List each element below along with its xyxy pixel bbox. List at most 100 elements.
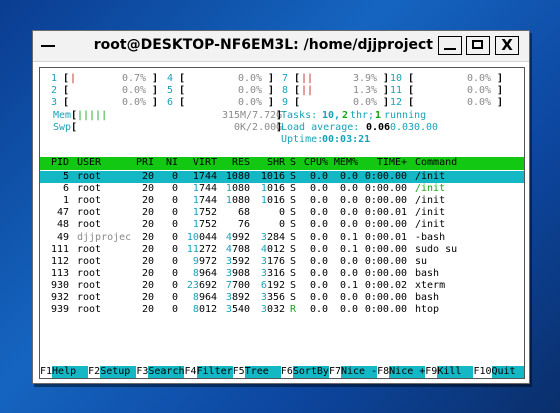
function-key-f7[interactable]: F7 (329, 366, 341, 378)
cpu-meter-number: 7 (276, 73, 289, 84)
function-key-f2[interactable]: F2 (88, 366, 100, 378)
minimize-button[interactable] (438, 36, 462, 55)
function-key-label[interactable]: Nice + (389, 366, 426, 378)
cell-s: S (290, 195, 297, 207)
swap-bracket: [ (71, 121, 78, 133)
process-row[interactable]: 113 root 20 0 8 964 3 908 3 316 S 0.0 0.0 0:00.00 bash (40, 268, 524, 280)
cell-pid: 5 (62, 171, 69, 182)
process-row[interactable]: 939 root 20 0 8 012 3 540 3 032 R 0.0 0.0 0:00.00 htop (40, 304, 524, 316)
cell-cpu: 0.0 (309, 195, 328, 207)
function-key-label[interactable]: Setup (100, 366, 137, 378)
load-1min: 0.06 (366, 121, 391, 133)
function-key-label[interactable]: Kill (437, 366, 474, 378)
cpu-meter-bracket: [ (63, 73, 70, 84)
function-key-label[interactable]: Tree (244, 366, 281, 378)
cell-command: /init (415, 171, 446, 182)
cpu-meter-bracket: ] (383, 73, 390, 84)
cell-mem: 0.1 (339, 243, 358, 255)
maximize-button[interactable] (466, 36, 490, 55)
cpu-meter-percent: 0.0% (467, 85, 492, 97)
cell-time: 0:00.00 (364, 292, 408, 303)
process-row[interactable]: 932 root 20 0 8 964 3 892 3 356 S 0.0 0.0 0:00.00 bash (40, 292, 524, 304)
process-table-header[interactable]: PID USER PRI NI VIRT RES SHR S CPU% MEM% TIME+ Comm… (40, 157, 524, 170)
function-key-label[interactable]: SortBy (292, 366, 329, 378)
cpu-meter-bracket: [ (408, 73, 415, 84)
column-header-pri[interactable]: PRI (136, 157, 154, 169)
threads-count: 2 (342, 109, 349, 121)
column-header-pid[interactable]: PID (51, 157, 69, 169)
cell-cpu: 0.0 (309, 304, 328, 316)
process-row[interactable]: 6 root 20 0 1 744 1 080 1 016 S 0.0 0.0 0:00.00/init (40, 183, 524, 195)
column-header-time[interactable]: TIME+ (377, 157, 407, 169)
column-header-s[interactable]: S (290, 157, 296, 169)
cell-command: /init (415, 183, 446, 195)
column-header-user[interactable]: USER (77, 157, 101, 169)
cpu-meter-percent: 0.0% (238, 73, 263, 84)
cell-virt: 1744 (192, 171, 217, 182)
load-15min: 0.00 (414, 121, 439, 133)
process-row[interactable]: 111 root 20 0 11 272 4 708 4 012 S 0.0 0.1 0:00.00 sud… (40, 244, 524, 256)
process-row[interactable]: 5 root 20 0 1744 1080 1016 S 0.0 0.0 0:00.00/init (40, 171, 524, 183)
cell-time: 0:00.00 (364, 219, 408, 231)
function-key-f8[interactable]: F8 (377, 366, 389, 378)
htop-screen[interactable]: 1[| 0.7%] 2[0.0%] 3[0.0%] 4[0.0%] 5[0.0%]… (39, 67, 525, 379)
column-header-command[interactable]: Command (415, 157, 457, 169)
cell-res: 892 (231, 292, 250, 303)
close-button[interactable]: X (495, 36, 519, 55)
process-row[interactable]: 49 djjprojec 20 0 10 044 4 992 3 284 S 0.0 0.1 0:00.0… (40, 232, 524, 244)
function-key-f9[interactable]: F9 (425, 366, 437, 378)
function-key-f3[interactable]: F3 (136, 366, 148, 378)
function-key-f10[interactable]: F10 (473, 366, 491, 378)
function-key-label[interactable]: Filter (196, 366, 233, 378)
function-key-label[interactable]: Quit (491, 366, 524, 378)
cell-virt: 272 (198, 243, 217, 255)
column-header-shr[interactable]: SHR (267, 157, 285, 169)
function-key-f5[interactable]: F5 (233, 366, 245, 378)
load-label: Load average: (281, 121, 360, 133)
cell-mem: 0.0 (339, 304, 358, 316)
function-key-f6[interactable]: F6 (281, 366, 293, 378)
swap-label: Swp (53, 121, 72, 133)
cell-pri: 20 (141, 171, 154, 182)
process-row[interactable]: 112 root 20 0 9 972 3 592 3 176 S 0.0 0.0 0:00.00 su (40, 256, 524, 268)
cell-shr: 0 (278, 219, 285, 231)
cell-pid: 1 (62, 195, 69, 207)
cell-ni: 0 (171, 267, 178, 279)
cell-s: S (290, 183, 297, 195)
column-header-res[interactable]: RES (232, 157, 250, 169)
cell-cpu: 0.0 (309, 231, 328, 243)
function-key-f4[interactable]: F4 (184, 366, 196, 378)
column-header-mem[interactable]: MEM% (334, 157, 358, 169)
cell-res: 992 (231, 231, 250, 243)
cell-shr: 284 (266, 231, 285, 243)
cpu-meter-bracket: ] (383, 97, 390, 109)
process-row[interactable]: 930 root 20 0 23 692 7 700 6 192 S 0.0 0.1 0:00.02 xte… (40, 280, 524, 292)
cell-pri: 20 (141, 183, 154, 195)
process-row[interactable]: 1 root 20 0 1 744 1 080 1 016 S 0.0 0.0 0:00.00/init (40, 195, 524, 207)
column-header-cpu[interactable]: CPU% (304, 157, 328, 169)
cell-cpu: 0.0 (309, 171, 328, 182)
cell-s: S (290, 243, 297, 255)
process-row[interactable]: 47 root 20 0 1 752 68 0 S 0.0 0.0 0:00.01/init (40, 207, 524, 219)
cell-user: root (77, 183, 102, 195)
column-header-ni[interactable]: NI (166, 157, 178, 169)
cell-command: /init (415, 195, 446, 207)
process-row[interactable]: 48 root 20 0 1 752 76 0 S 0.0 0.0 0:00.00/init (40, 219, 524, 231)
column-header-virt[interactable]: VIRT (193, 157, 217, 169)
title-bar[interactable]: root@DESKTOP-NF6EM3L: /home/djjproject X (33, 31, 529, 62)
cell-pid: 111 (50, 243, 69, 255)
cell-shr: 176 (266, 255, 285, 267)
function-key-label[interactable]: Help (52, 366, 89, 378)
cell-pri: 20 (141, 219, 154, 231)
function-key-label[interactable]: Nice - (341, 366, 378, 378)
cell-virt: 972 (198, 255, 217, 267)
cell-s: S (290, 255, 297, 267)
cell-ni: 0 (171, 304, 178, 316)
cell-time: 0:00.02 (364, 279, 408, 291)
function-key-label[interactable]: Search (148, 366, 185, 378)
minimize-icon (444, 48, 456, 50)
cell-virt: 752 (198, 219, 217, 231)
function-key-f1[interactable]: F1 (40, 366, 52, 378)
cell-mem: 0.0 (339, 219, 358, 231)
cell-pri: 20 (141, 279, 154, 291)
